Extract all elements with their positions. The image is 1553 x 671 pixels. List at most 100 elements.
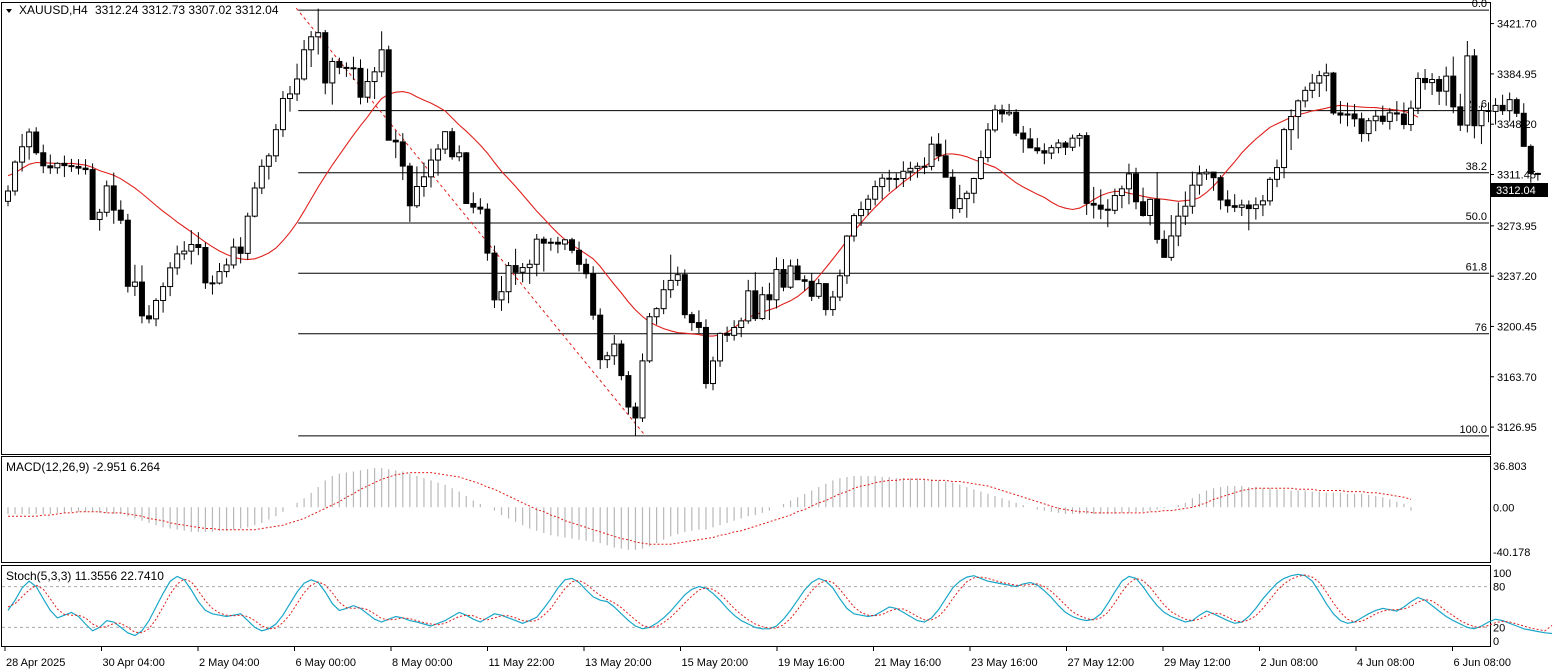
time-tick-label: 28 Apr 2025 [6,657,65,669]
candle-body [1443,75,1450,92]
candle-body [808,280,815,297]
candle-body [681,274,688,316]
candle-body [533,238,540,265]
time-tick-label: 11 May 22:00 [489,657,555,669]
candle [681,269,688,319]
candle-body [660,289,667,310]
time-tick-label: 15 May 20:00 [682,657,749,669]
macd-tick-label: 36.803 [1493,461,1527,473]
candle-body [512,265,519,273]
candle-body [1133,173,1139,203]
candle-body [583,263,590,275]
candle [449,127,456,160]
candle [1534,172,1541,181]
candle-body [449,131,456,158]
candle-body [569,239,575,251]
candle [597,308,604,370]
candle [646,313,653,363]
candle-body [265,155,272,167]
candle-body [717,332,724,362]
candle-body [879,177,886,188]
price-tick-label: 3273.95 [1497,221,1537,233]
candle-body [498,291,505,301]
candle-body [858,208,865,217]
macd-panel[interactable] [1,456,1491,563]
candle-body [1429,79,1436,84]
candle-body [1083,135,1090,204]
candle-body [829,296,836,311]
candle-body [949,176,956,210]
current-price-tag: 3312.04 [1491,183,1548,197]
candle-body [350,67,357,70]
macd-tick-label: 0.00 [1493,502,1514,514]
candle-body [1076,135,1083,139]
stoch-header: Stoch(5,3,3) 11.3556 22.7410 [6,569,164,583]
candle-body [209,282,216,285]
candle-body [463,152,470,205]
candle-body [82,167,89,171]
candle-body [872,186,879,200]
candle-body [1492,104,1499,112]
candle-body [942,155,949,178]
candle-body [1224,199,1231,207]
price-tick-label: 3384.95 [1497,69,1537,81]
candle-body [984,129,991,159]
candle-body [343,66,350,69]
candle-body [1457,106,1464,126]
candle-body [815,283,822,297]
time-tick-label: 8 May 00:00 [392,657,453,669]
trading-chart[interactable]: 0.023.638.250.061.876100.0 3421.703384.9… [0,0,1553,671]
candle-body [1344,113,1351,116]
candle-body [1309,82,1316,91]
candle [463,151,470,205]
time-tick-label: 4 Jun 08:00 [1357,657,1415,669]
candle-body [597,314,604,361]
candle-body [794,265,801,281]
candle-body [146,315,152,320]
candle-body [357,67,364,98]
candle-body [223,264,230,273]
candle-body [1302,89,1309,102]
candle-body [1337,112,1344,116]
candle-body [702,326,709,385]
candle-body [1027,138,1034,149]
stoch-panel[interactable] [1,565,1491,647]
candle-body [484,208,491,254]
candle-body [1471,55,1478,127]
candle-body [1379,115,1386,122]
candle [1499,94,1506,115]
candle-body [505,265,512,293]
time-tick-label: 19 May 16:00 [778,657,845,669]
candle-body [1168,235,1175,258]
candle-body [174,253,181,269]
candle-body [435,148,442,161]
candle-body [301,49,308,80]
candle-body [477,206,484,210]
candle-body [1372,115,1379,122]
time-tick-label: 2 May 04:00 [199,657,260,669]
candle-body [1217,177,1224,201]
candle-body [1513,99,1520,114]
fib-level-label: 50.0 [1466,211,1487,223]
candle [618,340,625,381]
candle-body [47,165,54,169]
candle-body [935,143,942,157]
symbol-header[interactable]: XAUUSD,H4 3312.24 3312.73 3307.02 3312.0… [6,3,279,17]
candle-body [1499,104,1506,112]
price-tick-label: 3237.20 [1497,271,1537,283]
time-tick-label: 23 May 16:00 [971,657,1038,669]
candle-body [413,186,420,207]
candle-body [153,299,160,320]
main-price-panel[interactable] [1,2,1491,455]
candle-body [202,247,209,284]
candle-body [1407,107,1414,126]
candle-body [561,239,568,245]
candle-body [26,131,33,148]
candle-body [724,332,731,336]
candle-body [766,294,773,301]
time-tick-label: 2 Jun 08:00 [1261,657,1319,669]
candle-body [103,185,110,213]
candle-body [1055,142,1062,149]
candle-body [710,360,716,385]
candle-body [1316,75,1323,84]
